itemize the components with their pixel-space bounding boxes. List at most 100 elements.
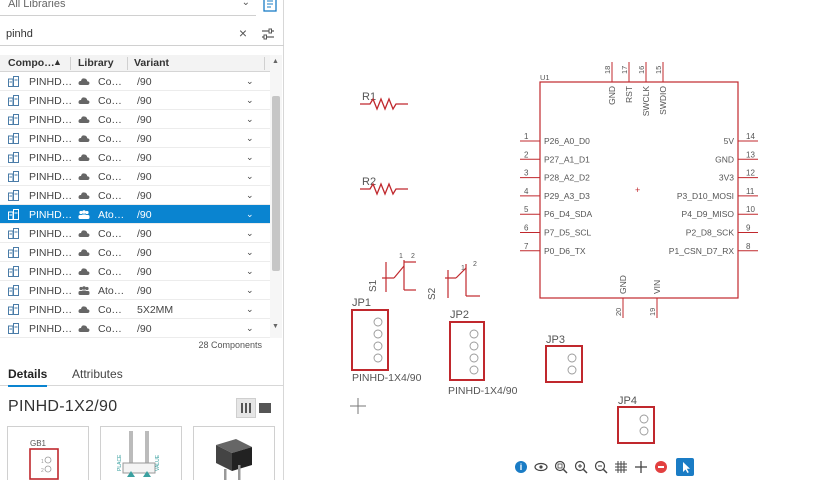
grid-icon[interactable] xyxy=(612,458,630,476)
switch-s1[interactable]: S1 1 2 xyxy=(368,253,416,292)
table-row[interactable]: PINHD… Co… /90 ⌄ xyxy=(0,319,270,338)
table-row[interactable]: PINHD… Co… /90 ⌄ xyxy=(0,224,270,243)
close-icon[interactable]: × xyxy=(236,26,250,40)
table-row[interactable]: PINHD… Co… /90 ⌄ xyxy=(0,91,270,110)
zoom-in-icon[interactable] xyxy=(572,458,590,476)
cloud-library-icon xyxy=(78,77,90,86)
resistor-r2[interactable]: R2 xyxy=(360,176,408,196)
column-header-variant[interactable]: Variant xyxy=(134,57,169,69)
chevron-down-icon[interactable]: ⌄ xyxy=(246,190,254,201)
table-header: Compo… ▲ Library Variant xyxy=(0,55,270,72)
scroll-down-arrow-icon[interactable]: ▼ xyxy=(272,323,279,330)
chevron-down-icon[interactable]: ⌄ xyxy=(246,152,254,163)
chevron-down-icon[interactable]: ⌄ xyxy=(246,228,254,239)
component-variant: /90 xyxy=(137,171,152,183)
svg-text:1: 1 xyxy=(461,265,465,272)
search-input[interactable] xyxy=(6,26,226,42)
table-row[interactable]: PINHD… Co… 5X2MM ⌄ xyxy=(0,300,270,319)
add-icon[interactable] xyxy=(632,458,650,476)
table-row[interactable]: PINHD… Co… /90 ⌄ xyxy=(0,262,270,281)
chevron-down-icon[interactable]: ⌄ xyxy=(246,304,254,315)
column-header-library[interactable]: Library xyxy=(78,57,114,69)
header-jp3[interactable]: JP3 xyxy=(545,334,583,383)
eye-icon[interactable] xyxy=(532,458,550,476)
mcu-u1[interactable]: U1 + 1 P26_A0_D0 2 P27_A1_D1 3 P28_A2_D2 4 P29_… xyxy=(520,62,758,318)
component-symbol-icon xyxy=(8,133,19,144)
table-row[interactable]: PINHD… Ato… /90 ⌄ xyxy=(0,205,270,224)
3d-model-preview[interactable] xyxy=(193,426,275,480)
column-header-component[interactable]: Compo… xyxy=(8,57,55,69)
chevron-down-icon[interactable]: ⌄ xyxy=(246,247,254,258)
table-row[interactable]: PINHD… Co… /90 ⌄ xyxy=(0,148,270,167)
chevron-down-icon[interactable]: ⌄ xyxy=(246,323,254,334)
svg-text:2: 2 xyxy=(41,468,44,474)
resistor-r1[interactable]: R1 xyxy=(360,91,408,111)
component-variant: /90 xyxy=(137,323,152,335)
switch-s2[interactable]: S2 1 2 xyxy=(427,261,480,300)
zoom-out-icon[interactable] xyxy=(592,458,610,476)
chevron-down-icon[interactable]: ⌄ xyxy=(246,76,254,87)
component-library: Co… xyxy=(98,114,122,126)
chevron-down-icon[interactable]: ⌄ xyxy=(246,171,254,182)
column-separator[interactable] xyxy=(264,57,265,70)
column-separator[interactable] xyxy=(70,57,71,70)
grid-view-icon[interactable] xyxy=(236,398,256,418)
table-row[interactable]: PINHD… Co… /90 ⌄ xyxy=(0,129,270,148)
scroll-up-arrow-icon[interactable]: ▲ xyxy=(272,58,279,65)
component-variant: /90 xyxy=(137,285,152,297)
chevron-down-icon[interactable]: ⌄ xyxy=(246,285,254,296)
mcu-u1-label: U1 xyxy=(540,73,550,82)
zoom-fit-icon[interactable] xyxy=(552,458,570,476)
header-jp4-label: JP4 xyxy=(618,395,637,407)
component-library: Co… xyxy=(98,171,122,183)
component-name: PINHD… xyxy=(29,266,73,278)
chevron-down-icon[interactable]: ⌄ xyxy=(246,95,254,106)
chevron-down-icon[interactable]: ⌄ xyxy=(246,209,254,220)
footprint-preview[interactable]: PLACE VALUE xyxy=(100,426,182,480)
component-variant: /90 xyxy=(137,247,152,259)
header-jp4[interactable]: JP4 xyxy=(617,395,655,444)
schematic-canvas[interactable]: R1 R2 S1 1 2 S2 1 2 JP1 PINHD-1X4/90 JP2… xyxy=(290,0,840,480)
tab-details[interactable]: Details xyxy=(8,367,48,387)
sort-asc-icon[interactable]: ▲ xyxy=(53,57,62,67)
mcu-pin-label: RST xyxy=(624,86,634,103)
symbol-preview[interactable]: GB1 1 2 xyxy=(7,426,89,480)
list-view-icon[interactable] xyxy=(259,403,271,413)
cloud-library-icon xyxy=(78,267,90,276)
chevron-down-icon[interactable]: ⌄ xyxy=(246,133,254,144)
component-list: PINHD… Co…/90 ⌄ PINHD… Co…/90 ⌄ PINHD… Co…/90 ⌄ P… xyxy=(0,72,270,338)
filter-sliders-icon[interactable] xyxy=(260,26,276,42)
table-row[interactable]: PINHD… Co… /90 ⌄ xyxy=(0,186,270,205)
column-separator[interactable] xyxy=(127,57,128,70)
component-count: 28 Components xyxy=(198,340,262,350)
schematic-sheet[interactable]: R1 R2 S1 1 2 S2 1 2 JP1 PINHD-1X4/90 JP2… xyxy=(290,0,840,480)
component-library: Co… xyxy=(98,247,122,259)
library-manager-icon[interactable] xyxy=(260,0,280,14)
mcu-pin-label: P2_D8_SCK xyxy=(686,228,735,238)
vertical-scrollbar[interactable]: ▲ ▼ xyxy=(270,55,282,338)
mcu-pin-number: 15 xyxy=(654,66,663,74)
table-row[interactable]: PINHD… Co… /90 ⌄ xyxy=(0,72,270,91)
info-icon[interactable]: i xyxy=(512,458,530,476)
table-row[interactable]: PINHD… Co… /90 ⌄ xyxy=(0,110,270,129)
header-jp2[interactable]: JP2 PINHD-1X4/90 xyxy=(448,309,518,397)
chevron-down-icon[interactable]: ⌄ xyxy=(246,266,254,277)
cloud-library-icon xyxy=(78,191,90,200)
chevron-down-icon[interactable]: ⌄ xyxy=(246,114,254,125)
component-symbol-icon xyxy=(8,285,19,296)
chevron-down-icon: ⌄ xyxy=(241,0,250,8)
mcu-pin-number: 19 xyxy=(648,308,657,316)
component-symbol-icon xyxy=(8,76,19,87)
table-row[interactable]: PINHD… Co… /90 ⌄ xyxy=(0,243,270,262)
header-jp1[interactable]: JP1 PINHD-1X4/90 xyxy=(351,297,422,384)
component-name: PINHD… xyxy=(29,133,73,145)
scroll-thumb[interactable] xyxy=(272,96,280,271)
tab-attributes[interactable]: Attributes xyxy=(72,367,123,385)
table-row[interactable]: PINHD… Ato… /90 ⌄ xyxy=(0,281,270,300)
stop-icon[interactable] xyxy=(652,458,670,476)
cloud-library-icon xyxy=(78,115,90,124)
mcu-pin-label: P29_A3_D3 xyxy=(544,191,590,201)
table-row[interactable]: PINHD… Co… /90 ⌄ xyxy=(0,167,270,186)
library-filter-dropdown[interactable]: All Libraries ⌄ xyxy=(0,0,256,16)
select-pointer-icon[interactable] xyxy=(676,458,694,476)
